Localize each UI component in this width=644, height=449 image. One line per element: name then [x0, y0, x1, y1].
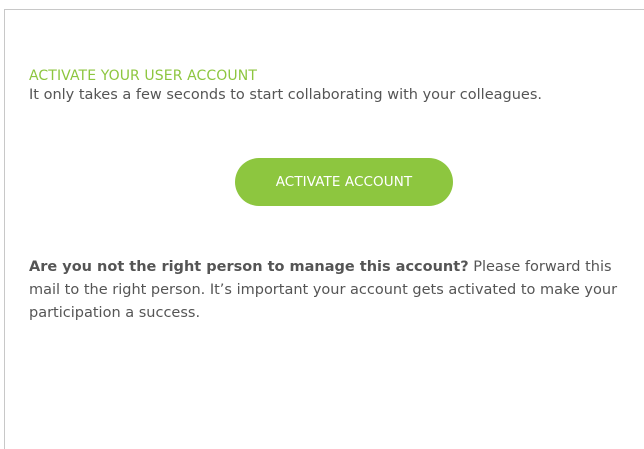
- activate-heading: ACTIVATE YOUR USER ACCOUNT: [29, 68, 257, 84]
- question-text: Are you not the right person to manage t…: [29, 259, 469, 275]
- email-frame: ACTIVATE YOUR USER ACCOUNT It only takes…: [4, 9, 644, 449]
- activate-subtitle: It only takes a few seconds to start col…: [29, 87, 542, 103]
- forward-paragraph: Are you not the right person to manage t…: [29, 256, 641, 325]
- cta-container: ACTIVATE ACCOUNT: [235, 158, 453, 206]
- activate-account-button[interactable]: ACTIVATE ACCOUNT: [235, 158, 453, 206]
